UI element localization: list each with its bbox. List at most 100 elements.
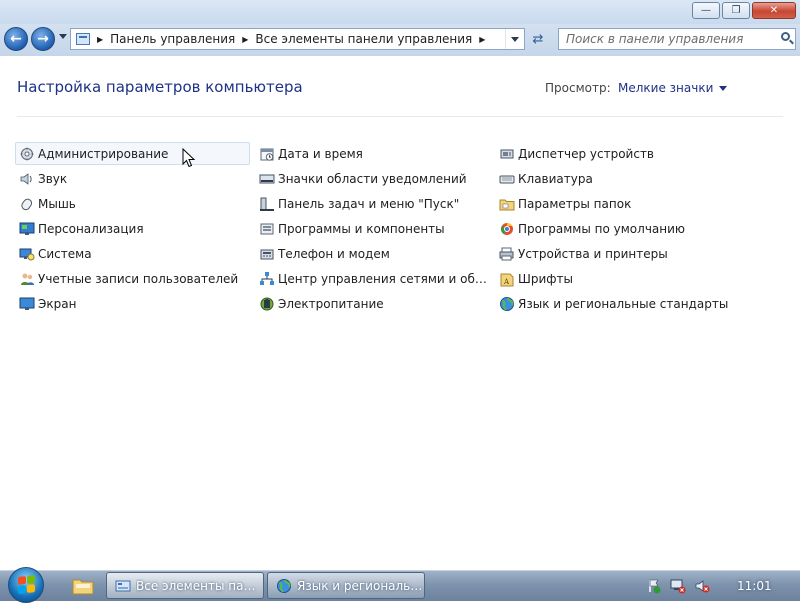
network-icon[interactable] (670, 578, 686, 594)
breadcrumb-separator-icon[interactable]: ▶ (242, 35, 248, 44)
devices-printers-icon (499, 246, 515, 262)
control-panel-item-label: Значки области уведомлений (278, 171, 467, 186)
folder-options-icon (499, 196, 515, 212)
mouse-cursor-icon (182, 148, 196, 168)
taskbar-task-button[interactable]: Все элементы пане... (106, 572, 264, 599)
phone-modem-icon (259, 246, 275, 262)
view-mode-value[interactable]: Мелкие значки (618, 81, 713, 95)
control-panel-item-label: Язык и региональные стандарты (518, 296, 729, 311)
control-panel-item-label: Шрифты (518, 271, 573, 286)
chevron-down-icon[interactable] (719, 86, 728, 91)
device-manager-icon (499, 146, 515, 162)
control-panel-item-label: Программы и компоненты (278, 221, 445, 236)
control-panel-item[interactable]: Мышь (15, 192, 250, 215)
control-panel-item[interactable]: Электропитание (255, 292, 490, 315)
control-panel-item-label: Телефон и модем (278, 246, 390, 261)
control-panel-item[interactable]: A Шрифты (495, 267, 730, 290)
view-mode-dropdown[interactable]: Мелкие значки (618, 81, 728, 95)
folder-icon (72, 579, 94, 595)
volume-muted-icon[interactable] (694, 578, 710, 594)
control-panel-item[interactable]: Значки области уведомлений (255, 167, 490, 190)
breadcrumb-control-panel[interactable]: Панель управления (110, 32, 235, 46)
default-programs-icon (499, 221, 515, 237)
breadcrumb-separator-icon[interactable]: ▶ (97, 35, 103, 44)
window-controls: — ❐ ✕ (690, 2, 796, 19)
personalization-icon (19, 221, 35, 237)
items-column-1: Администрирование Звук Мышь Персонализация С… (15, 142, 250, 317)
control-panel-item[interactable]: Телефон и модем (255, 242, 490, 265)
search-box[interactable] (558, 28, 796, 50)
minimize-button[interactable]: — (692, 2, 720, 19)
control-panel-item[interactable]: Система (15, 242, 250, 265)
control-panel-item-label: Персонализация (38, 221, 144, 236)
display-icon (19, 296, 35, 312)
control-panel-item-label: Мышь (38, 196, 76, 211)
control-panel-item[interactable]: Язык и региональные стандарты (495, 292, 730, 315)
windows-logo-icon (18, 575, 35, 594)
notification-icons-icon (259, 171, 275, 187)
close-button[interactable]: ✕ (752, 2, 796, 19)
taskbar-task-label: Все элементы пане... (136, 578, 263, 593)
address-history-dropdown[interactable] (505, 29, 524, 49)
control-panel-item-label: Дата и время (278, 146, 363, 161)
control-panel-item-label: Панель задач и меню "Пуск" (278, 196, 460, 211)
control-panel-item[interactable]: Клавиатура (495, 167, 730, 190)
forward-button[interactable]: → (31, 27, 55, 51)
refresh-icon: ⇄ (532, 31, 544, 47)
control-panel-item[interactable]: Параметры папок (495, 192, 730, 215)
control-panel-item[interactable]: Экран (15, 292, 250, 315)
back-button[interactable]: ← (4, 27, 28, 51)
forward-arrow-icon: → (37, 31, 49, 47)
start-button[interactable] (8, 567, 44, 603)
recent-pages-dropdown[interactable] (59, 34, 67, 39)
maximize-button[interactable]: ❐ (722, 2, 750, 19)
control-panel-item[interactable]: Звук (15, 167, 250, 190)
taskbar-start-menu-icon (259, 196, 275, 212)
clock[interactable]: 11:01 (737, 579, 772, 593)
control-panel-item-label: Параметры папок (518, 196, 632, 211)
refresh-button[interactable]: ⇄ (527, 28, 549, 50)
control-panel-item[interactable]: Программы и компоненты (255, 217, 490, 240)
items-column-3: Диспетчер устройств Клавиатура Параметры п… (495, 142, 730, 317)
control-panel-icon (76, 33, 90, 45)
svg-text:A: A (503, 278, 510, 286)
control-panel-item-label: Диспетчер устройств (518, 146, 655, 161)
control-panel-item[interactable]: Персонализация (15, 217, 250, 240)
search-icon[interactable] (781, 32, 790, 41)
navigation-bar: ← → ▶ Панель управления ▶ Все элементы п… (0, 24, 800, 56)
taskbar-task-button[interactable]: Язык и региональн... (267, 572, 425, 599)
address-bar[interactable]: ▶ Панель управления ▶ Все элементы панел… (70, 28, 525, 50)
explorer-pinned-button[interactable] (66, 574, 100, 598)
control-panel-icon (115, 578, 131, 594)
control-panel-item[interactable]: Диспетчер устройств (495, 142, 730, 165)
control-panel-item[interactable]: Учетные записи пользователей (15, 267, 250, 290)
breadcrumb-separator-icon[interactable]: ▶ (479, 35, 485, 44)
system-icon (19, 246, 35, 262)
region-language-icon (499, 296, 515, 312)
mouse-icon (19, 196, 35, 212)
user-accounts-icon (19, 271, 35, 287)
control-panel-item-label: Центр управления сетями и общи... (278, 271, 489, 286)
control-panel-item-label: Экран (38, 296, 77, 311)
page-title: Настройка параметров компьютера (17, 78, 303, 96)
search-input[interactable] (559, 29, 776, 49)
control-panel-item-label: Система (38, 246, 92, 261)
taskbar: Все элементы пане... Язык и региональн...… (0, 567, 800, 603)
control-panel-item[interactable]: Устройства и принтеры (495, 242, 730, 265)
control-panel-item-label: Устройства и принтеры (518, 246, 668, 261)
date-time-icon (259, 146, 275, 162)
control-panel-item[interactable]: Администрирование (15, 142, 250, 165)
breadcrumb-all-items[interactable]: Все элементы панели управления (255, 32, 472, 46)
control-panel-item-label: Электропитание (278, 296, 384, 311)
programs-features-icon (259, 221, 275, 237)
power-options-icon (259, 296, 275, 312)
control-panel-item[interactable]: Программы по умолчанию (495, 217, 730, 240)
content-area: Настройка параметров компьютера Просмотр… (0, 56, 800, 570)
action-center-icon[interactable] (646, 578, 662, 594)
control-panel-item[interactable]: Панель задач и меню "Пуск" (255, 192, 490, 215)
system-tray (640, 571, 800, 601)
taskbar-task-label: Язык и региональн... (297, 578, 424, 593)
control-panel-item[interactable]: Дата и время (255, 142, 490, 165)
window-title-bar[interactable]: — ❐ ✕ (0, 0, 800, 24)
control-panel-item[interactable]: Центр управления сетями и общи... (255, 267, 490, 290)
